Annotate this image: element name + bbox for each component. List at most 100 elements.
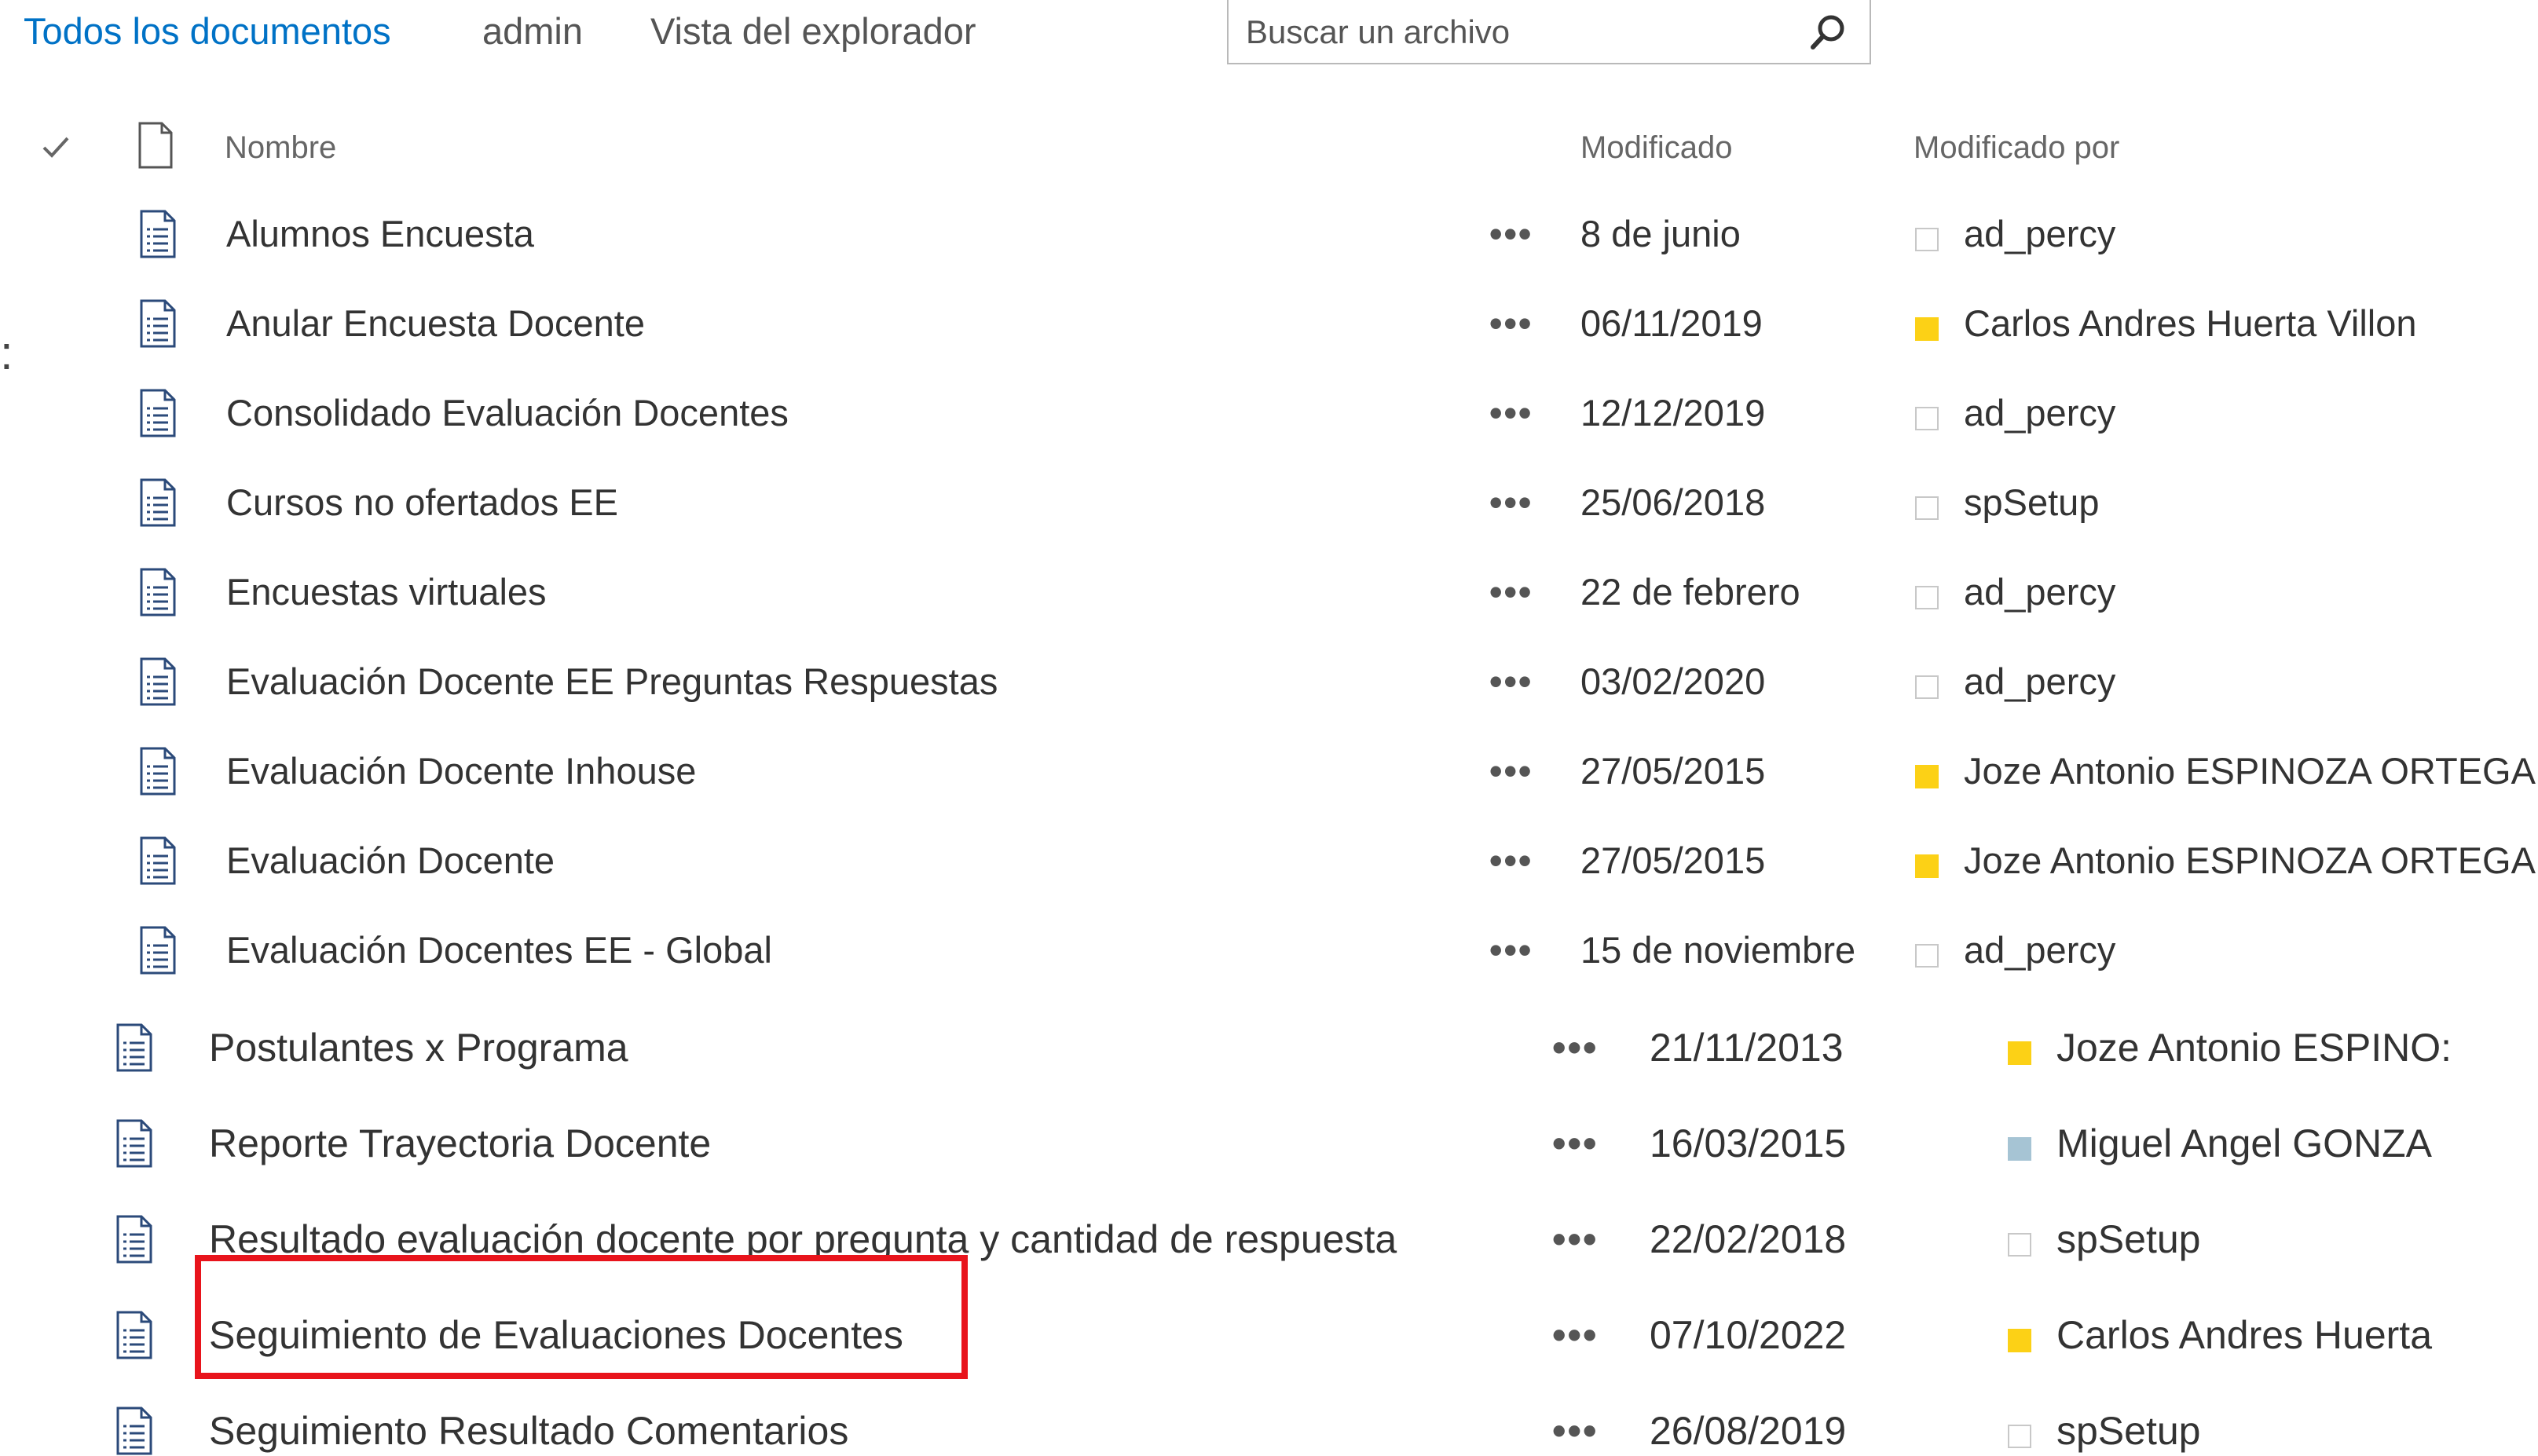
presence-indicator [1915,586,1939,609]
presence-indicator [2008,1041,2031,1065]
presence-indicator [1915,407,1939,430]
search-box [1227,0,1871,64]
table-row[interactable]: Cursos no ofertados EE ••• 25/06/2018 sp… [0,463,2538,542]
row-actions-button[interactable]: ••• [1552,1216,1599,1263]
list-document-icon [140,568,176,616]
modified-date: 15 de noviembre [1580,929,1856,971]
column-modified[interactable]: Modificado [1580,126,1732,170]
search-input[interactable] [1244,8,1782,57]
table-row[interactable]: Seguimiento Resultado Comentarios ••• 26… [0,1392,2538,1455]
row-actions-button[interactable]: ••• [1489,569,1533,616]
row-actions-button[interactable]: ••• [1489,479,1533,526]
modified-by-user[interactable]: Carlos Andres Huerta Villon [1964,300,2537,347]
file-name-link[interactable]: Seguimiento Resultado Comentarios [209,1407,848,1454]
file-name-link[interactable]: Anular Encuesta Docente [226,300,645,347]
file-name-link[interactable]: Cursos no ofertados EE [226,479,618,526]
table-row[interactable]: Seguimiento de Evaluaciones Docentes •••… [0,1296,2538,1374]
list-document-icon [116,1215,152,1264]
presence-indicator [2008,1137,2031,1161]
modified-by-user[interactable]: spSetup [2056,1216,2449,1263]
file-name-link[interactable]: Postulantes x Programa [209,1024,628,1071]
file-name-link[interactable]: Resultado evaluación docente por pregunt… [209,1216,1397,1263]
modified-by-user[interactable]: Joze Antonio ESPINOZA ORTEGA [1964,748,2537,795]
check-icon[interactable] [38,129,74,165]
modified-by-user[interactable]: spSetup [1964,479,2537,526]
modified-by-user[interactable]: Joze Antonio ESPINOZA ORTEGA [1964,837,2537,884]
presence-indicator [2008,1329,2031,1352]
modified-by-user[interactable]: ad_percy [1964,390,2537,437]
column-header: Nombre Modificado Modificado por [0,118,2538,181]
table-row[interactable]: Evaluación Docentes EE - Global ••• 15 d… [0,911,2538,990]
row-actions-button[interactable]: ••• [1489,927,1533,974]
row-actions-button[interactable]: ••• [1489,658,1533,705]
file-name-link[interactable]: Evaluación Docentes EE - Global [226,927,772,974]
file-name-link[interactable]: Encuestas virtuales [226,569,547,616]
search-icon[interactable] [1807,11,1849,53]
table-row[interactable]: Encuestas virtuales ••• 22 de febrero ad… [0,553,2538,631]
table-row[interactable]: Alumnos Encuesta ••• 8 de junio ad_percy [0,195,2538,273]
list-document-icon [140,210,176,258]
list-document-icon [116,1407,152,1455]
row-actions-button[interactable]: ••• [1489,837,1533,884]
list-document-icon [140,836,176,885]
presence-indicator [1915,496,1939,520]
modified-date: 22/02/2018 [1650,1217,1847,1261]
table-row[interactable]: Reporte Trayectoria Docente ••• 16/03/20… [0,1104,2538,1183]
modified-date: 26/08/2019 [1650,1409,1847,1453]
presence-indicator [1915,944,1939,968]
modified-date: 06/11/2019 [1580,302,1763,344]
file-name-link[interactable]: Evaluación Docente Inhouse [226,748,696,795]
list-document-icon [140,926,176,975]
row-actions-button[interactable]: ••• [1552,1311,1599,1359]
table-row[interactable]: Evaluación Docente EE Preguntas Respuest… [0,642,2538,721]
row-actions-button[interactable]: ••• [1489,300,1533,347]
table-row[interactable]: Postulantes x Programa ••• 21/11/2013 Jo… [0,1008,2538,1087]
view-all-documents[interactable]: Todos los documentos [24,8,391,55]
row-actions-button[interactable]: ••• [1489,210,1533,258]
presence-indicator [2008,1233,2031,1257]
modified-by-user[interactable]: ad_percy [1964,569,2537,616]
modified-by-user[interactable]: ad_percy [1964,210,2537,258]
modified-by-user[interactable]: Joze Antonio ESPINO: [2056,1024,2449,1071]
file-name-link[interactable]: Evaluación Docente EE Preguntas Respuest… [226,658,998,705]
modified-by-user[interactable]: ad_percy [1964,658,2537,705]
modified-date: 21/11/2013 [1650,1026,1844,1070]
modified-date: 8 de junio [1580,213,1741,254]
table-row[interactable]: Consolidado Evaluación Docentes ••• 12/1… [0,374,2538,452]
presence-indicator [1915,765,1939,788]
file-name-link[interactable]: Alumnos Encuesta [226,210,534,258]
presence-indicator [1915,675,1939,699]
list-document-icon [140,299,176,348]
column-modified-by[interactable]: Modificado por [1914,126,2119,170]
file-name-link[interactable]: Seguimiento de Evaluaciones Docentes [209,1311,903,1359]
list-document-icon [140,747,176,796]
modified-date: 22 de febrero [1580,571,1800,613]
row-actions-button[interactable]: ••• [1489,390,1533,437]
presence-indicator [1915,854,1939,878]
table-row[interactable]: Evaluación Docente ••• 27/05/2015 Joze A… [0,821,2538,900]
column-name[interactable]: Nombre [225,126,336,170]
row-actions-button[interactable]: ••• [1489,748,1533,795]
file-name-link[interactable]: Consolidado Evaluación Docentes [226,390,789,437]
presence-indicator [1915,317,1939,341]
table-row[interactable]: Resultado evaluación docente por pregunt… [0,1200,2538,1279]
modified-date: 07/10/2022 [1650,1313,1847,1357]
table-row[interactable]: Evaluación Docente Inhouse ••• 27/05/201… [0,732,2538,810]
file-name-link[interactable]: Evaluación Docente [226,837,555,884]
presence-indicator [1915,228,1939,251]
list-document-icon [140,657,176,706]
presence-indicator [2008,1425,2031,1448]
modified-by-user[interactable]: Carlos Andres Huerta [2056,1311,2449,1359]
row-actions-button[interactable]: ••• [1552,1120,1599,1167]
list-document-icon [116,1023,152,1072]
modified-date: 25/06/2018 [1580,481,1766,523]
row-actions-button[interactable]: ••• [1552,1024,1599,1071]
row-actions-button[interactable]: ••• [1552,1407,1599,1454]
modified-by-user[interactable]: spSetup [2056,1407,2449,1454]
view-explorer[interactable]: Vista del explorador [650,8,976,55]
modified-by-user[interactable]: Miguel Angel GONZA [2056,1120,2449,1167]
view-admin[interactable]: admin [482,8,583,55]
table-row[interactable]: Anular Encuesta Docente ••• 06/11/2019 C… [0,284,2538,363]
file-name-link[interactable]: Reporte Trayectoria Docente [209,1120,711,1167]
modified-by-user[interactable]: ad_percy [1964,927,2537,974]
